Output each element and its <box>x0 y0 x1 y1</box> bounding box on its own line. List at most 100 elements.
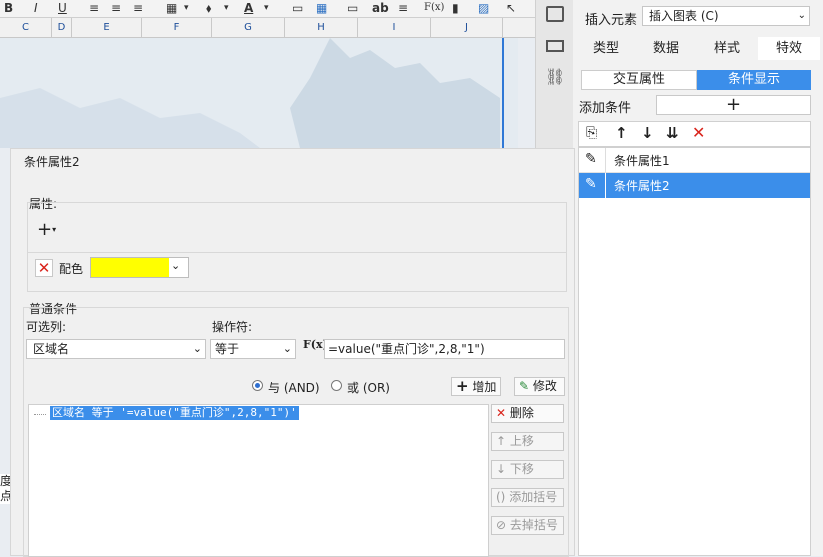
add-button-label: 增加 <box>472 380 497 394</box>
copy-icon[interactable]: ⎘ <box>586 125 597 141</box>
delete-button-label: 删除 <box>509 406 534 420</box>
condition-list: ✎ 条件属性1 ✎ 条件属性2 <box>578 147 811 556</box>
sheet-label-1: 度 <box>0 474 13 488</box>
image-icon[interactable]: ▨ <box>478 0 489 16</box>
move-down-button[interactable]: ↓ 下移 <box>491 460 564 479</box>
tab-style[interactable]: 样式 <box>696 37 758 60</box>
column-f[interactable]: F <box>142 18 212 38</box>
bold-button[interactable]: B <box>4 0 13 16</box>
arrow-down-icon[interactable]: ↓ <box>641 124 654 142</box>
layers-icon[interactable] <box>546 40 564 52</box>
move-up-button[interactable]: ↑ 上移 <box>491 432 564 451</box>
tab-data[interactable]: 数据 <box>636 37 696 60</box>
text-icon[interactable]: ab <box>372 0 389 16</box>
column-d[interactable]: D <box>52 18 72 38</box>
align-left-icon[interactable]: ≡ <box>89 0 99 16</box>
list-item-selected[interactable]: ✎ 条件属性2 <box>579 173 810 198</box>
chart-icon[interactable]: ▮ <box>452 0 459 16</box>
column-j[interactable]: J <box>431 18 503 38</box>
chevron-down-icon: ⌄ <box>171 259 181 272</box>
remove-bracket-button[interactable]: ⊘ 去掉括号 <box>491 516 564 535</box>
modify-button[interactable]: ✎ 修改 <box>514 377 565 396</box>
column-e[interactable]: E <box>72 18 142 38</box>
align-right-icon[interactable]: ≡ <box>133 0 143 16</box>
color-picker[interactable]: ⌄ <box>90 257 189 278</box>
tab-effects[interactable]: 特效 <box>758 37 820 60</box>
right-panel: 插入元素 插入图表 (C) ⌄ 类型 数据 样式 特效 交互属性 条件显示 添加… <box>573 0 823 556</box>
list-item[interactable]: ✎ 条件属性1 <box>579 148 810 173</box>
dialog-title: 条件属性2 <box>24 155 80 169</box>
italic-button[interactable]: I <box>34 0 38 16</box>
insert-chart-value: 插入图表 (C) <box>649 9 719 23</box>
and-radio[interactable] <box>252 380 263 391</box>
operator-select-value: 等于 <box>215 342 240 356</box>
align-center-icon[interactable]: ≡ <box>111 0 121 16</box>
condition-entry[interactable]: 区域名 等于 '=value("重点门诊",2,8,"1")' <box>50 406 299 420</box>
and-label: 与 (AND) <box>268 381 320 395</box>
operator-label: 操作符: <box>212 320 253 334</box>
add-property-button[interactable]: +▾ <box>37 221 65 239</box>
list-item-label: 条件属性2 <box>614 179 670 193</box>
column-i[interactable]: I <box>358 18 431 38</box>
color-swatch <box>91 258 169 277</box>
color-label: 配色 <box>59 262 84 276</box>
condition-text-box[interactable]: 区域名 等于 '=value("重点门诊",2,8,"1")' <box>28 404 489 557</box>
formula-input-value: =value("重点门诊",2,8,"1") <box>328 342 485 356</box>
camera-icon[interactable] <box>546 6 564 22</box>
underline-button[interactable]: U <box>58 0 67 16</box>
merge-icon[interactable]: ▭ <box>347 0 358 16</box>
fill-color-icon[interactable]: ⬧ <box>206 0 211 16</box>
toolbar: B I U ≡ ≡ ≡ ▦ ▾ ⬧ ▾ A ▾ ▭ ▦ ▭ ab ≡ F(x) … <box>0 0 535 18</box>
formula-icon[interactable]: F(x) <box>424 0 444 16</box>
condition-dialog: 条件属性2 属性: +▾ ✕ 配色 ⌄ 普通条件 可选列: 操作符: 区域名 ⌄… <box>10 148 575 557</box>
pointer-icon[interactable]: ↖ <box>506 0 516 16</box>
modify-button-label: 修改 <box>532 379 557 393</box>
column-g[interactable]: G <box>212 18 285 38</box>
move-up-label: 上移 <box>509 434 534 448</box>
formula-input[interactable]: =value("重点门诊",2,8,"1") <box>324 339 565 359</box>
edit-icon: ✎ <box>585 176 597 192</box>
table-icon[interactable]: ▦ <box>316 0 327 16</box>
font-color-icon[interactable]: A <box>244 0 253 16</box>
add-bracket-button[interactable]: () 添加括号 <box>491 488 564 507</box>
move-down-label: 下移 <box>509 462 534 476</box>
wrap-icon[interactable]: ≡ <box>398 0 408 16</box>
or-radio[interactable] <box>331 380 342 391</box>
link-icon[interactable]: ⛓ <box>545 67 565 87</box>
delete-icon[interactable]: ✕ <box>692 123 705 142</box>
add-condition-button[interactable]: + <box>656 95 811 115</box>
subtab-condition-display[interactable]: 条件显示 <box>697 70 811 90</box>
insert-chart-select[interactable]: 插入图表 (C) ⌄ <box>642 6 810 26</box>
delete-color-icon[interactable]: ✕ <box>35 259 53 277</box>
delete-icon: ✕ <box>496 406 507 420</box>
column-select-value: 区域名 <box>33 342 70 356</box>
modify-icon: ✎ <box>519 379 530 393</box>
add-bracket-label: 添加括号 <box>509 490 558 504</box>
border-icon[interactable]: ▦ <box>166 0 177 16</box>
arrow-down-icon: ↓ <box>496 462 507 476</box>
sheet-area[interactable] <box>0 38 518 148</box>
operator-select[interactable]: 等于 ⌄ <box>210 339 296 359</box>
tab-type[interactable]: 类型 <box>576 37 636 60</box>
remove-bracket-icon: ⊘ <box>496 518 507 532</box>
remove-bracket-label: 去掉括号 <box>509 518 558 532</box>
column-header: C D E F G H I J <box>0 18 535 38</box>
list-toolbar: ⎘ ↑ ↓ ⇊ ✕ <box>578 121 811 147</box>
edit-icon: ✎ <box>585 151 597 167</box>
move-bottom-icon[interactable]: ⇊ <box>666 124 679 142</box>
add-condition-label: 添加条件 <box>579 101 632 116</box>
or-label: 或 (OR) <box>347 381 390 395</box>
column-c[interactable]: C <box>0 18 52 38</box>
bracket-icon: () <box>496 490 506 504</box>
plus-icon: + <box>37 219 53 240</box>
add-button[interactable]: + 增加 <box>451 377 501 396</box>
arrow-up-icon[interactable]: ↑ <box>615 124 628 142</box>
column-select[interactable]: 区域名 ⌄ <box>26 339 206 359</box>
arrow-up-icon: ↑ <box>496 434 507 448</box>
chevron-down-icon: ⌄ <box>797 10 806 21</box>
format-icon[interactable]: ▭ <box>292 0 303 16</box>
column-h[interactable]: H <box>285 18 358 38</box>
delete-button[interactable]: ✕ 删除 <box>491 404 564 423</box>
subtab-interaction[interactable]: 交互属性 <box>581 70 697 90</box>
sheet-label-2: 点 <box>0 489 13 503</box>
